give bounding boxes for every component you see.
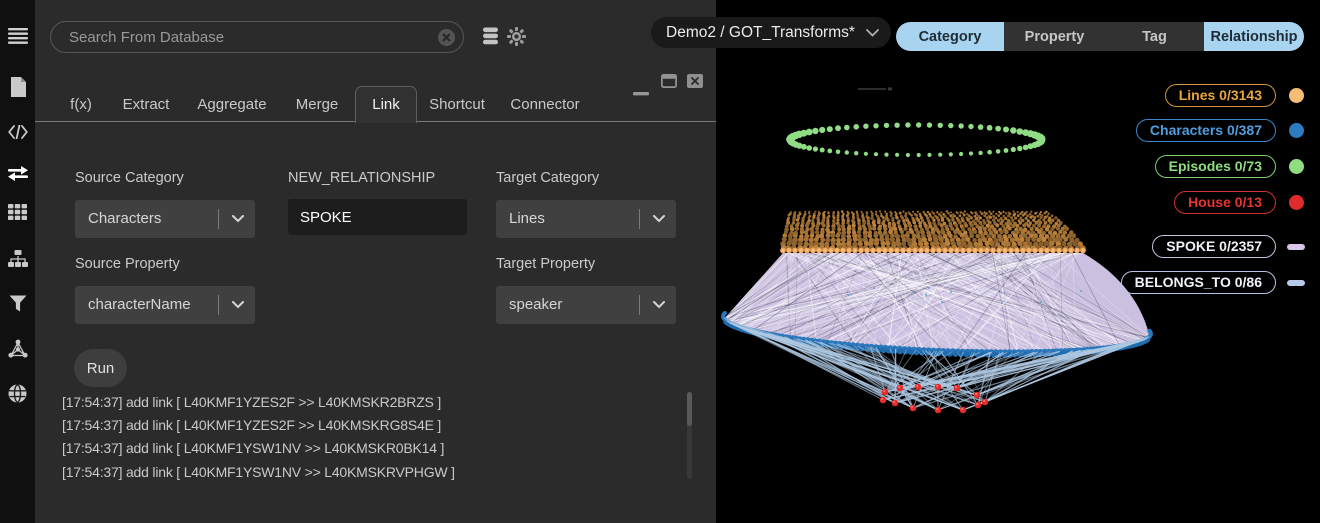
sidebar-item-code[interactable] — [0, 117, 35, 147]
sidebar-item-hierarchy[interactable] — [0, 243, 35, 273]
legend-characters[interactable]: Characters 0/387 — [1136, 119, 1276, 142]
lines-marker[interactable] — [1289, 88, 1304, 103]
scrollbar-thumb[interactable] — [687, 392, 692, 426]
view-mode-tabs: Category Property Tag Relationship — [896, 22, 1304, 51]
sidebar-item-documents[interactable] — [0, 72, 35, 102]
database-icon[interactable] — [481, 27, 501, 47]
sidebar-item-table[interactable] — [0, 197, 35, 227]
search-input[interactable] — [51, 29, 463, 46]
source-category-label: Source Category — [75, 170, 184, 186]
tab-shortcut[interactable]: Shortcut — [429, 96, 485, 113]
log-line: [17:54:37] add link [ L40KMF1YSW1NV >> L… — [62, 437, 682, 460]
execution-log: [17:54:37] add link [ L40KMF1YZES2F >> L… — [62, 391, 682, 484]
source-category-select[interactable]: Characters — [75, 200, 255, 238]
source-property-select[interactable]: characterName — [75, 286, 255, 324]
tab-fx[interactable]: f(x) — [70, 96, 92, 113]
table-icon — [8, 204, 27, 220]
chevron-down-icon — [866, 29, 879, 37]
target-category-select[interactable]: Lines — [496, 200, 676, 238]
transform-tabbar: f(x) Extract Aggregate Merge Link Shortc… — [35, 89, 716, 122]
legend-episodes[interactable]: Episodes 0/73 — [1155, 155, 1276, 178]
legend-lines[interactable]: Lines 0/3143 — [1165, 84, 1276, 107]
episodes-marker[interactable] — [1289, 159, 1304, 174]
tab-merge[interactable]: Merge — [296, 96, 339, 113]
sidebar-item-network[interactable] — [0, 333, 35, 363]
tab-aggregate[interactable]: Aggregate — [197, 96, 266, 113]
chevron-down-icon — [232, 301, 244, 309]
legend-belongs-to[interactable]: BELONGS_TO 0/86 — [1121, 271, 1276, 294]
log-line: [17:54:37] add link [ L40KMF1YZES2F >> L… — [62, 414, 682, 437]
tab-property[interactable]: Property — [1004, 22, 1105, 51]
sidebar-item-transforms[interactable] — [0, 158, 35, 188]
tab-link[interactable]: Link — [355, 86, 417, 123]
database-search — [50, 21, 464, 53]
legend-spoke[interactable]: SPOKE 0/2357 — [1152, 235, 1276, 258]
document-icon — [9, 77, 27, 97]
clear-search-icon[interactable] — [438, 29, 455, 46]
chevron-down-icon — [232, 215, 244, 223]
menu-icon — [8, 28, 28, 44]
log-scrollbar[interactable] — [687, 392, 692, 479]
new-relationship-label: NEW_RELATIONSHIP — [288, 170, 435, 186]
target-property-label: Target Property — [496, 256, 595, 272]
icon-rail — [0, 0, 35, 523]
transform-arrows-icon — [7, 165, 29, 182]
filter-icon — [9, 295, 27, 312]
hierarchy-icon — [8, 250, 28, 267]
tab-category[interactable]: Category — [896, 22, 1004, 51]
app-window: f(x) Extract Aggregate Merge Link Shortc… — [0, 0, 1320, 523]
target-category-label: Target Category — [496, 170, 599, 186]
settings-gear-icon[interactable] — [507, 27, 527, 47]
transforms-panel: f(x) Extract Aggregate Merge Link Shortc… — [35, 0, 716, 523]
target-property-select[interactable]: speaker — [496, 286, 676, 324]
house-marker[interactable] — [1289, 195, 1304, 210]
tab-tag[interactable]: Tag — [1105, 22, 1204, 51]
log-line: [17:54:37] add link [ L40KMF1YSW1NV >> L… — [62, 461, 682, 484]
network-icon — [8, 339, 28, 358]
sidebar-item-menu[interactable] — [0, 21, 35, 51]
chevron-down-icon — [653, 301, 665, 309]
spoke-marker[interactable] — [1287, 244, 1305, 250]
code-icon — [8, 125, 28, 139]
page-title: Demo2 / GOT_Transforms* — [666, 24, 855, 42]
chevron-down-icon — [653, 215, 665, 223]
graph-viewport[interactable] — [716, 0, 1320, 523]
belongs-to-marker[interactable] — [1287, 280, 1305, 286]
tab-extract[interactable]: Extract — [123, 96, 170, 113]
source-property-label: Source Property — [75, 256, 180, 272]
log-line: [17:54:37] add link [ L40KMF1YZES2F >> L… — [62, 391, 682, 414]
database-title-dropdown[interactable]: Demo2 / GOT_Transforms* — [651, 17, 891, 48]
legend-house[interactable]: House 0/13 — [1174, 191, 1276, 214]
run-button[interactable]: Run — [74, 349, 127, 387]
sidebar-item-filter[interactable] — [0, 288, 35, 318]
new-relationship-input[interactable] — [288, 199, 467, 235]
tab-connector[interactable]: Connector — [510, 96, 579, 113]
sidebar-item-globe[interactable] — [0, 378, 35, 408]
characters-marker[interactable] — [1289, 123, 1304, 138]
tab-relationship[interactable]: Relationship — [1204, 22, 1304, 51]
globe-icon — [8, 384, 27, 403]
